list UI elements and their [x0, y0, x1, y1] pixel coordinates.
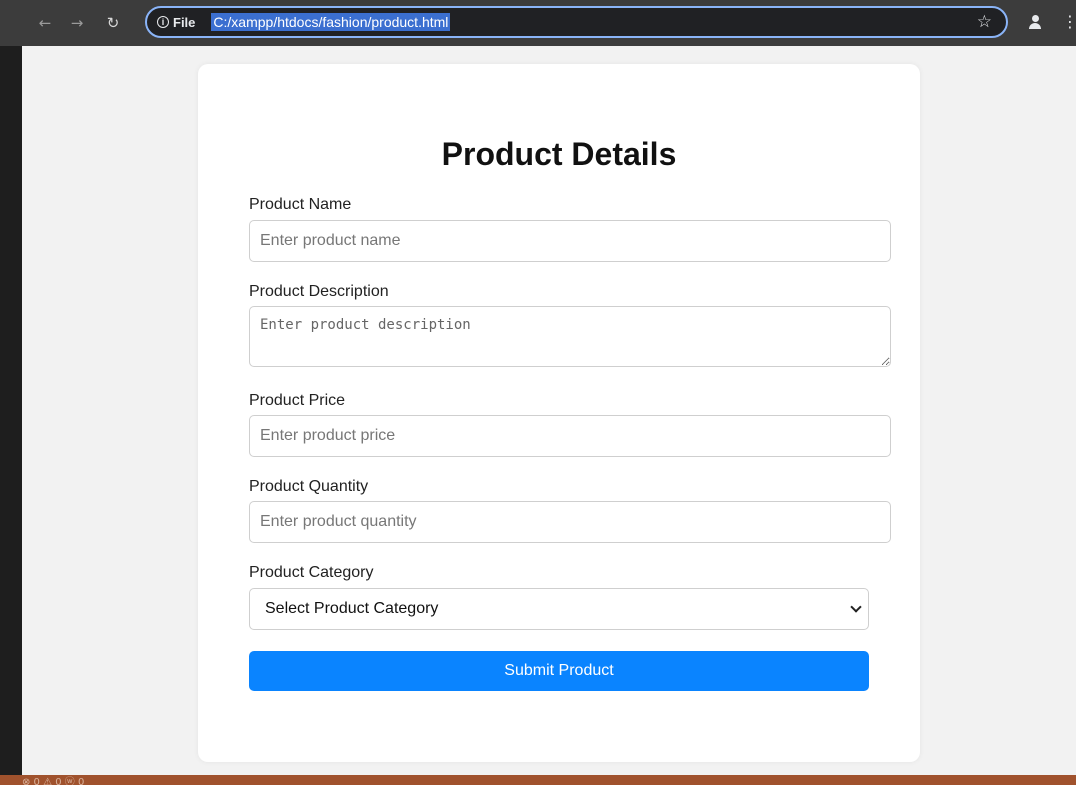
status-bar-text: ⊗ 0 ⚠ 0 ⓦ 0 — [22, 777, 85, 785]
product-quantity-input[interactable] — [249, 501, 891, 543]
reload-icon[interactable]: ↻ — [102, 12, 124, 34]
back-arrow-icon[interactable]: ← — [34, 12, 56, 34]
product-price-label: Product Price — [249, 392, 346, 409]
info-icon: i — [157, 16, 169, 28]
url-text[interactable]: C:/xampp/htdocs/fashion/product.html — [211, 13, 451, 31]
product-name-label: Product Name — [249, 196, 352, 213]
product-description-input[interactable] — [249, 306, 891, 367]
page-title: Product Details — [441, 136, 677, 172]
address-bar[interactable]: i File C:/xampp/htdocs/fashion/product.h… — [145, 6, 1008, 38]
editor-side-strip — [0, 0, 22, 785]
forward-arrow-icon[interactable]: → — [66, 12, 88, 34]
chevron-down-icon — [850, 601, 862, 613]
submit-product-button[interactable]: Submit Product — [249, 651, 869, 691]
product-category-label: Product Category — [249, 564, 374, 581]
editor-status-bar: ⊗ 0 ⚠ 0 ⓦ 0 — [0, 775, 1076, 785]
product-price-input[interactable] — [249, 415, 891, 457]
product-name-input[interactable] — [249, 220, 891, 262]
site-info-chip[interactable]: i File — [157, 15, 195, 30]
product-category-select[interactable]: Select Product Category — [249, 588, 869, 630]
product-description-label: Product Description — [249, 283, 389, 300]
site-info-label: File — [173, 14, 196, 30]
browser-toolbar: ← → ↻ i File C:/xampp/htdocs/fashion/pro… — [0, 0, 1076, 46]
browser-menu-icon[interactable]: ⋮ — [1062, 12, 1076, 31]
product-category-selected: Select Product Category — [265, 600, 439, 617]
profile-icon[interactable] — [1024, 11, 1046, 33]
product-quantity-label: Product Quantity — [249, 478, 369, 495]
bookmark-star-icon[interactable]: ☆ — [977, 12, 992, 32]
